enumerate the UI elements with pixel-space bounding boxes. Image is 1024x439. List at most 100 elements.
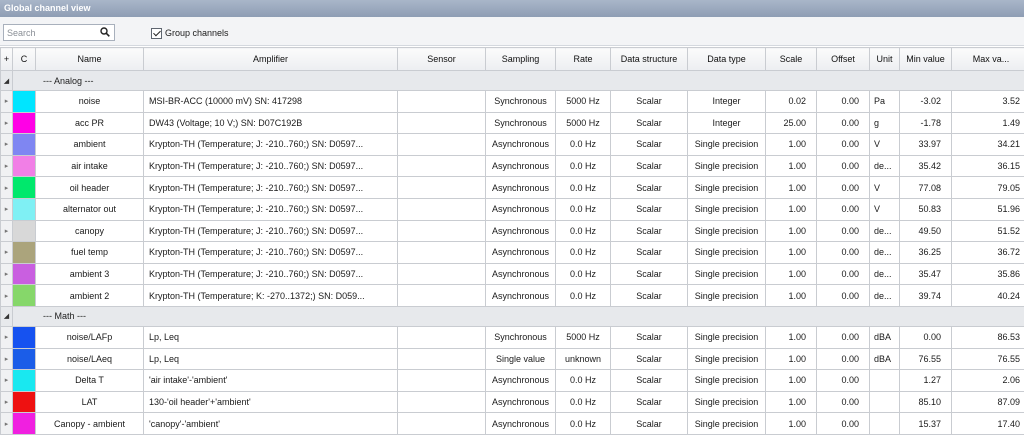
offset-cell[interactable]: 0.00 [816, 412, 870, 435]
channel-color-cell[interactable] [12, 325, 36, 349]
offset-cell[interactable]: 0.00 [816, 262, 870, 286]
channel-color-swatch[interactable] [13, 91, 35, 112]
sampling-cell[interactable]: Synchronous [485, 111, 556, 135]
max-value-cell[interactable]: 35.86 [951, 262, 1024, 286]
offset-cell[interactable]: 0.00 [816, 197, 870, 221]
channel-name[interactable]: LAT [35, 390, 144, 414]
channel-color-cell[interactable] [12, 111, 36, 135]
table-row[interactable]: ▸ fuel temp Krypton-TH (Temperature; J: -2… [0, 241, 1024, 264]
max-value-cell[interactable]: 36.15 [951, 154, 1024, 178]
channel-name[interactable]: alternator out [35, 197, 144, 221]
unit-cell[interactable]: de... [869, 154, 900, 178]
unit-cell[interactable]: de... [869, 284, 900, 307]
row-expand-icon[interactable]: ▸ [0, 390, 13, 414]
unit-cell[interactable] [869, 369, 900, 392]
column-header-sampling[interactable]: Sampling [485, 47, 556, 71]
data-structure-cell[interactable]: Scalar [610, 241, 688, 264]
offset-cell[interactable]: 0.00 [816, 219, 870, 243]
min-value-cell[interactable]: -3.02 [899, 90, 952, 113]
column-header-amplifier[interactable]: Amplifier [143, 47, 398, 71]
unit-cell[interactable] [869, 390, 900, 414]
channel-name[interactable]: oil header [35, 176, 144, 199]
table-row[interactable]: ▸ air intake Krypton-TH (Temperature; J: -… [0, 154, 1024, 178]
channel-color-swatch[interactable] [13, 156, 35, 176]
min-value-cell[interactable]: 35.47 [899, 262, 952, 286]
data-type-cell[interactable]: Single precision [687, 241, 766, 264]
sensor-cell[interactable] [397, 241, 486, 264]
collapse-group-icon[interactable]: ◢ [0, 70, 13, 91]
sensor-cell[interactable] [397, 176, 486, 199]
scale-cell[interactable]: 1.00 [765, 390, 817, 414]
row-expand-icon[interactable]: ▸ [0, 262, 13, 286]
data-structure-cell[interactable]: Scalar [610, 412, 688, 435]
rate-cell[interactable]: 0.0 Hz [555, 262, 611, 286]
channel-name[interactable]: air intake [35, 154, 144, 178]
column-header-min-value[interactable]: Min value [899, 47, 952, 71]
channel-name[interactable]: acc PR [35, 111, 144, 135]
unit-cell[interactable]: V [869, 197, 900, 221]
scale-cell[interactable]: 1.00 [765, 347, 817, 371]
row-expand-icon[interactable]: ▸ [0, 284, 13, 307]
data-structure-cell[interactable]: Scalar [610, 111, 688, 135]
data-type-cell[interactable]: Single precision [687, 154, 766, 178]
rate-cell[interactable]: 0.0 Hz [555, 390, 611, 414]
column-header-scale[interactable]: Scale [765, 47, 817, 71]
sensor-cell[interactable] [397, 133, 486, 156]
min-value-cell[interactable]: 39.74 [899, 284, 952, 307]
sensor-cell[interactable] [397, 390, 486, 414]
channel-name[interactable]: noise/LAeq [35, 347, 144, 371]
row-expand-icon[interactable]: ▸ [0, 412, 13, 435]
amplifier-cell[interactable]: Krypton-TH (Temperature; J: -210..760;) … [143, 262, 398, 286]
table-row[interactable]: ▸ ambient Krypton-TH (Temperature; J: -210… [0, 133, 1024, 156]
channel-color-cell[interactable] [12, 347, 36, 371]
amplifier-cell[interactable]: Krypton-TH (Temperature; J: -210..760;) … [143, 176, 398, 199]
sensor-cell[interactable] [397, 197, 486, 221]
scale-cell[interactable]: 25.00 [765, 111, 817, 135]
sampling-cell[interactable]: Asynchronous [485, 154, 556, 178]
search-input[interactable] [4, 25, 96, 40]
sampling-cell[interactable]: Asynchronous [485, 262, 556, 286]
table-row[interactable]: ▸ ambient 3 Krypton-TH (Temperature; J: -2… [0, 262, 1024, 286]
max-value-cell[interactable]: 40.24 [951, 284, 1024, 307]
data-structure-cell[interactable]: Scalar [610, 325, 688, 349]
scale-cell[interactable]: 1.00 [765, 219, 817, 243]
sampling-cell[interactable]: Asynchronous [485, 284, 556, 307]
scale-cell[interactable]: 0.02 [765, 90, 817, 113]
table-row[interactable]: ▸ oil header Krypton-TH (Temperature; J: -… [0, 176, 1024, 199]
group-channels-toggle[interactable]: Group channels [151, 27, 229, 39]
sampling-cell[interactable]: Asynchronous [485, 133, 556, 156]
scale-cell[interactable]: 1.00 [765, 241, 817, 264]
sampling-cell[interactable]: Synchronous [485, 90, 556, 113]
sensor-cell[interactable] [397, 325, 486, 349]
amplifier-cell[interactable]: Lp, Leq [143, 325, 398, 349]
data-type-cell[interactable]: Single precision [687, 390, 766, 414]
channel-color-cell[interactable] [12, 262, 36, 286]
rate-cell[interactable]: 5000 Hz [555, 325, 611, 349]
min-value-cell[interactable]: -1.78 [899, 111, 952, 135]
data-type-cell[interactable]: Integer [687, 111, 766, 135]
min-value-cell[interactable]: 33.97 [899, 133, 952, 156]
scale-cell[interactable]: 1.00 [765, 412, 817, 435]
max-value-cell[interactable]: 36.72 [951, 241, 1024, 264]
table-row[interactable]: ▸ alternator out Krypton-TH (Temperature; … [0, 197, 1024, 221]
sampling-cell[interactable]: Single value [485, 347, 556, 371]
scale-cell[interactable]: 1.00 [765, 133, 817, 156]
channel-color-cell[interactable] [12, 219, 36, 243]
channel-name[interactable]: noise [35, 90, 144, 113]
data-type-cell[interactable]: Single precision [687, 412, 766, 435]
row-expand-icon[interactable]: ▸ [0, 133, 13, 156]
channel-color-swatch[interactable] [13, 113, 35, 133]
sensor-cell[interactable] [397, 347, 486, 371]
table-row[interactable]: ▸ acc PR DW43 (Voltage; 10 V;) SN: D07C192… [0, 111, 1024, 135]
channel-color-swatch[interactable] [13, 349, 35, 369]
row-expand-icon[interactable]: ▸ [0, 241, 13, 264]
table-row[interactable]: ▸ noise/LAeq Lp, Leq Single value unknown Sca… [0, 347, 1024, 371]
offset-cell[interactable]: 0.00 [816, 390, 870, 414]
channel-color-swatch[interactable] [13, 199, 35, 220]
row-expand-icon[interactable]: ▸ [0, 369, 13, 392]
sampling-cell[interactable]: Synchronous [485, 325, 556, 349]
unit-cell[interactable]: Pa [869, 90, 900, 113]
offset-cell[interactable]: 0.00 [816, 133, 870, 156]
channel-color-swatch[interactable] [13, 242, 35, 263]
max-value-cell[interactable]: 87.09 [951, 390, 1024, 414]
